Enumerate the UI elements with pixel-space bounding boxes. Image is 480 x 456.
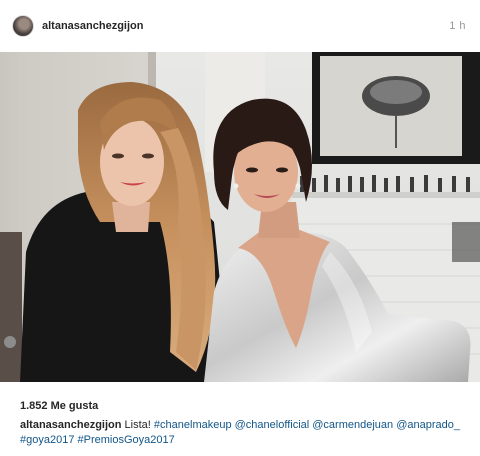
photo-illustration <box>0 52 480 382</box>
caption-tag[interactable]: @carmendejuan <box>312 419 393 431</box>
caption-tag[interactable]: #chanelmakeup <box>154 419 232 431</box>
caption-username[interactable]: altanasanchezgijon <box>20 419 121 431</box>
caption-tag[interactable]: @anaprado_ <box>396 419 460 431</box>
post-header: altanasanchezgijon 1 h <box>0 0 480 52</box>
post-timestamp[interactable]: 1 h <box>449 20 466 32</box>
caption-tag[interactable]: @chanelofficial <box>235 419 310 431</box>
caption-text: Lista! <box>124 419 151 431</box>
post-photo[interactable] <box>0 52 480 382</box>
likes-count: 1.852 Me gusta <box>20 400 99 412</box>
caption-tag[interactable]: #goya2017 <box>20 434 74 446</box>
post-username[interactable]: altanasanchezgijon <box>42 20 143 32</box>
avatar[interactable] <box>12 15 34 37</box>
post-caption: altanasanchezgijon Lista! #chanelmakeup … <box>20 418 460 448</box>
caption-tag[interactable]: #PremiosGoya2017 <box>78 434 175 446</box>
